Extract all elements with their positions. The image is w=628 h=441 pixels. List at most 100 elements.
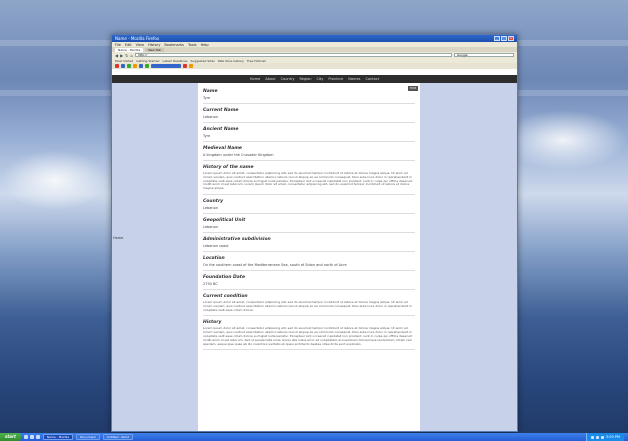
edit-button[interactable]: Edit: [408, 86, 418, 91]
field-history: History Lorem ipsum dolor sit amet, cons…: [203, 320, 415, 351]
url-input[interactable]: http://: [135, 53, 452, 57]
site-nav-city[interactable]: City: [317, 77, 324, 81]
taskbar-item-document[interactable]: Document: [76, 434, 100, 440]
field-label: Administrative subdivision: [203, 236, 271, 242]
field-paragraph: Lorem ipsum dolor sit amet, consectetur …: [203, 171, 413, 191]
browser-window: Name - Mozilla Firefox _ □ x File Edit V…: [111, 34, 518, 432]
field-value: 2750 BC: [203, 281, 218, 286]
site-nav-names[interactable]: Names: [348, 77, 360, 81]
site-nav-region[interactable]: Region: [300, 77, 312, 81]
field-value: Lebanon: [203, 224, 218, 229]
field-label: Location: [203, 255, 225, 261]
start-button[interactable]: start: [0, 433, 21, 441]
addon-icon[interactable]: [189, 64, 193, 68]
addon-icon[interactable]: [115, 64, 119, 68]
taskbar-item-browser[interactable]: Name - Mozilla: [42, 434, 74, 440]
tray-icon[interactable]: [590, 435, 594, 439]
field-paragraph: Lorem ipsum dolor sit amet, consectetur …: [203, 299, 412, 312]
addon-icon[interactable]: [139, 64, 143, 68]
bookmark-item[interactable]: Latest Headlines: [162, 59, 187, 63]
forward-icon[interactable]: ▶: [120, 53, 123, 58]
side-link[interactable]: Home: [113, 236, 123, 240]
addon-icon[interactable]: [121, 64, 125, 68]
tray-icon[interactable]: [595, 435, 599, 439]
field-label: Ancient Name: [203, 127, 239, 132]
field-name: Name Tyre: [203, 89, 415, 104]
bookmark-item[interactable]: Suggested Sites: [191, 59, 215, 63]
menu-bookmarks[interactable]: Bookmarks: [164, 43, 184, 47]
addon-icon[interactable]: [127, 64, 131, 68]
search-input[interactable]: Google: [454, 53, 514, 57]
menu-edit[interactable]: Edit: [125, 43, 132, 47]
field-label: Current Name: [203, 108, 239, 113]
field-admin-subdivision: Administrative subdivision Lebanon coast: [203, 237, 415, 252]
quick-launch-icon[interactable]: [35, 435, 40, 439]
taskbar-item-paint[interactable]: Untitled - Paint: [102, 434, 133, 440]
maximize-button[interactable]: □: [501, 36, 507, 41]
minimize-button[interactable]: _: [494, 36, 500, 41]
field-value: Tyre: [203, 96, 211, 100]
field-value: Lebanon: [203, 205, 218, 210]
close-button[interactable]: x: [508, 36, 514, 41]
bookmark-item[interactable]: Web Slice Gallery: [218, 59, 244, 63]
field-label: Name: [203, 89, 218, 94]
field-location: Location On the southern coast of the Me…: [203, 256, 415, 271]
field-current-condition: Current condition Lorem ipsum dolor sit …: [203, 293, 415, 317]
field-value: Lebanon coast: [203, 243, 229, 248]
bookmark-item[interactable]: Getting Started: [136, 59, 159, 63]
menu-file[interactable]: File: [115, 43, 121, 47]
site-nav-province[interactable]: Province: [328, 77, 343, 81]
addon-icon[interactable]: [145, 64, 149, 68]
field-medieval-name: Medieval Name A kingdom under the Crusad…: [203, 146, 415, 161]
quick-launch-icon[interactable]: [29, 435, 34, 439]
field-value: A kingdom under the Crusader Kingdom: [203, 153, 274, 157]
field-value: On the southern coast of the Mediterrane…: [203, 262, 347, 267]
bookmark-item[interactable]: Free Hotmail: [247, 59, 266, 63]
field-label: Geopolitical Unit: [203, 217, 246, 223]
tray-icon[interactable]: [600, 435, 604, 439]
field-foundation-date: Foundation Date 2750 BC: [203, 275, 415, 290]
quick-launch: [23, 435, 40, 439]
quick-launch-icon[interactable]: [23, 435, 28, 439]
page-viewport: Home About Country Region City Province …: [112, 75, 517, 431]
field-value: Lebanon: [203, 115, 218, 119]
menu-view[interactable]: View: [136, 43, 144, 47]
field-ancient-name: Ancient Name Tyre: [203, 127, 415, 142]
site-nav: Home About Country Region City Province …: [112, 75, 517, 83]
field-label: Country: [203, 198, 224, 204]
site-nav-country[interactable]: Country: [281, 77, 295, 81]
tab-new[interactable]: New Tab: [145, 48, 164, 52]
site-nav-about[interactable]: About: [265, 77, 275, 81]
addon-icon[interactable]: [133, 64, 137, 68]
taskbar: start Name - Mozilla Document Untitled -…: [0, 433, 628, 441]
field-label: Foundation Date: [203, 274, 246, 280]
menu-history[interactable]: History: [148, 43, 160, 47]
field-label: History of the name: [203, 165, 254, 170]
home-icon[interactable]: ⌂: [131, 53, 134, 58]
system-tray: 3:09 PM: [585, 433, 624, 441]
field-label: History: [203, 320, 222, 326]
site-nav-contact[interactable]: Contact: [365, 77, 379, 81]
window-title: Name - Mozilla Firefox: [115, 36, 160, 41]
field-label: Current condition: [203, 293, 248, 299]
addon-toolbar: [112, 63, 517, 69]
reload-icon[interactable]: ↻: [125, 53, 128, 58]
addon-search-box[interactable]: [151, 64, 181, 68]
site-nav-home[interactable]: Home: [250, 77, 260, 81]
menu-tools[interactable]: Tools: [188, 43, 197, 47]
back-icon[interactable]: ◀: [115, 53, 118, 58]
field-country: Country Lebanon: [203, 199, 415, 214]
tab-current[interactable]: Name - Mozilla: [115, 48, 144, 52]
menu-help[interactable]: Help: [201, 43, 209, 47]
content-panel: Edit Name Tyre Current Name Lebanon Anci…: [198, 83, 420, 431]
field-label: Medieval Name: [203, 146, 242, 151]
field-geopolitical-unit: Geopolitical Unit Lebanon: [203, 218, 415, 233]
addon-icon[interactable]: [183, 64, 187, 68]
field-name-history: History of the name Lorem ipsum dolor si…: [203, 165, 415, 195]
field-value: Tyre: [203, 134, 211, 138]
title-bar: Name - Mozilla Firefox _ □ x: [112, 35, 517, 42]
field-current-name: Current Name Lebanon: [203, 108, 415, 123]
clock: 3:09 PM: [605, 435, 620, 439]
field-paragraph: Lorem ipsum dolor sit amet, consectetur …: [203, 326, 413, 346]
bookmark-item[interactable]: Most Visited: [115, 59, 133, 63]
